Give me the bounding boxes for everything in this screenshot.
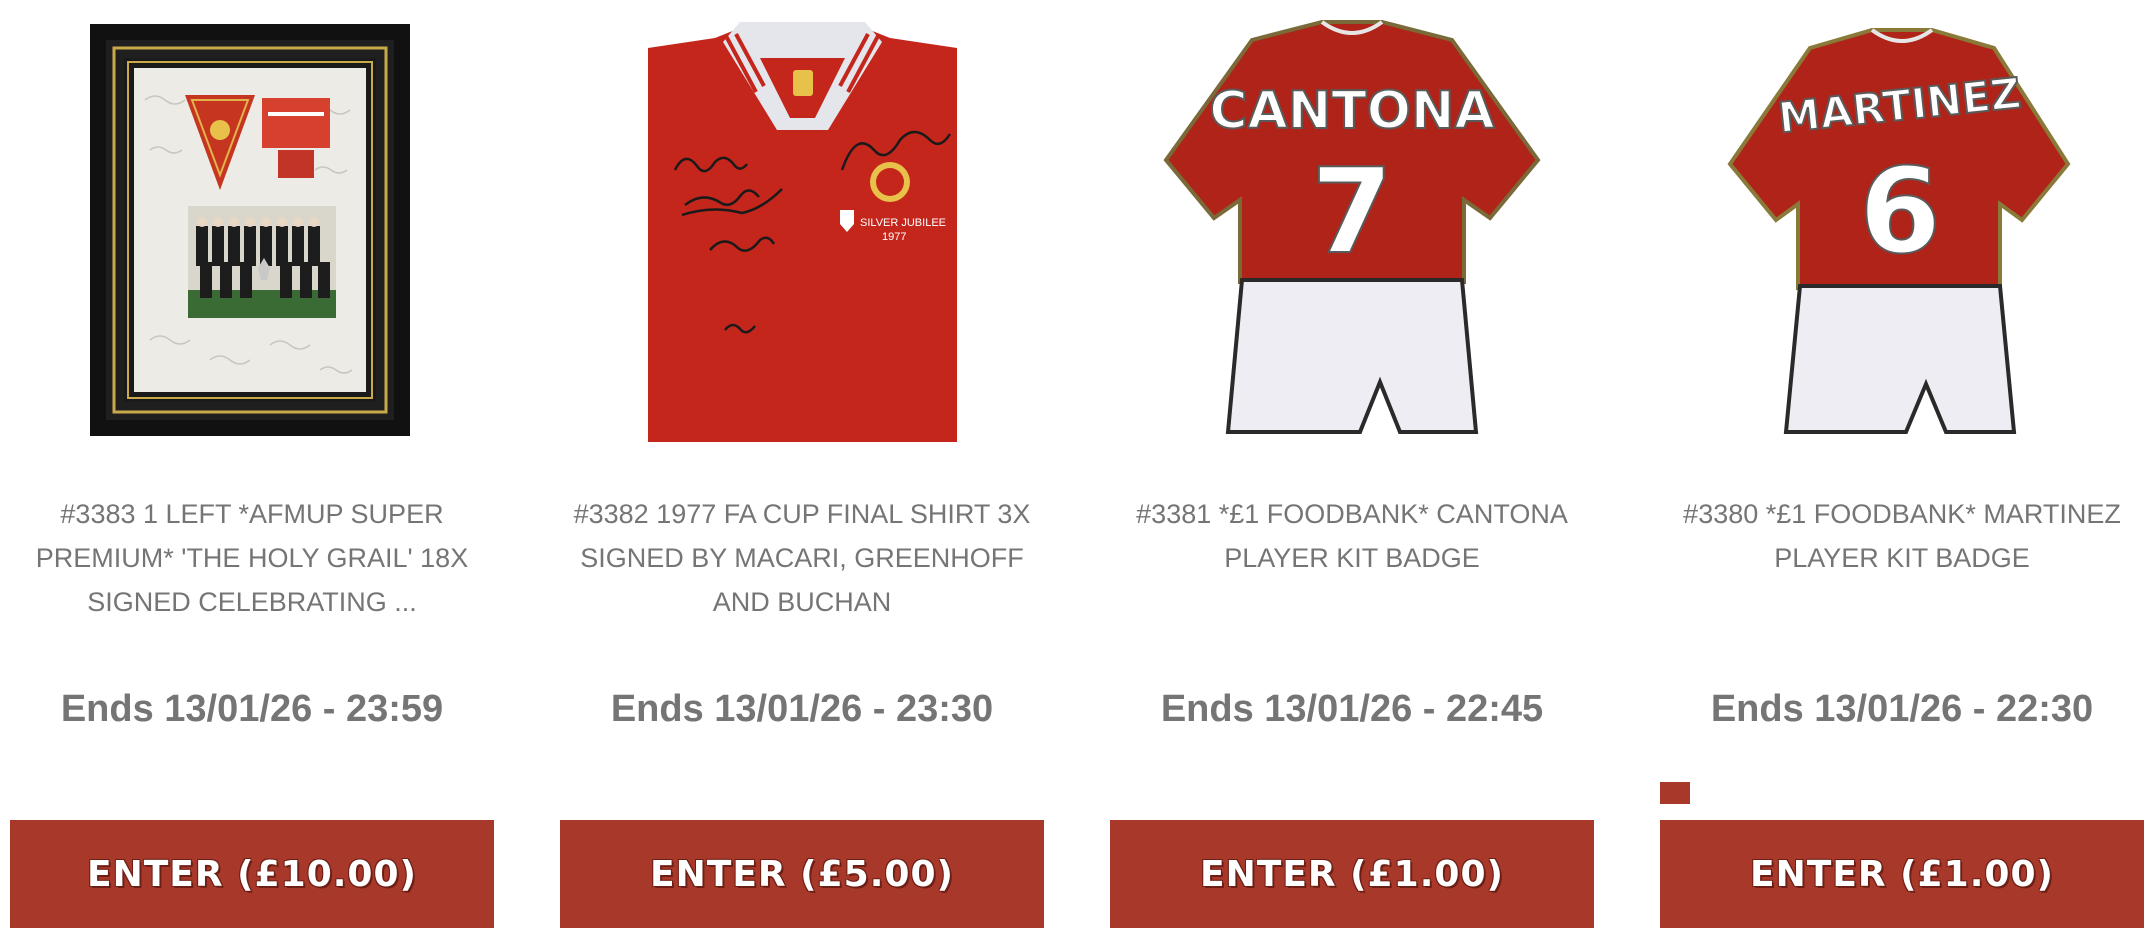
listing-title[interactable]: #3380 *£1 FOODBANK* MARTINEZ PLAYER KIT …	[1660, 492, 2144, 580]
shirt-text-jubilee: SILVER JUBILEE	[860, 217, 946, 229]
product-image-kit-badge-martinez[interactable]: MARTINEZ 6	[1660, 0, 2144, 460]
listing-title[interactable]: #3381 *£1 FOODBANK* CANTONA PLAYER KIT B…	[1110, 492, 1594, 580]
end-time: Ends 13/01/26 - 22:30	[1710, 688, 2094, 730]
listing-title[interactable]: #3382 1977 FA CUP FINAL SHIRT 3X SIGNED …	[560, 492, 1044, 624]
product-image-framed-memorabilia[interactable]	[10, 0, 494, 460]
end-time: Ends 13/01/26 - 23:30	[610, 688, 994, 730]
kit-number: 7	[1311, 142, 1393, 280]
end-time: Ends 13/01/26 - 22:45	[1160, 688, 1544, 730]
competition-card: CANTONA 7 #3381 *£1 FOODBANK* CANTONA PL…	[1110, 0, 1594, 937]
shirt-text-year: 1977	[882, 231, 906, 243]
enter-button[interactable]: ENTER (£5.00)	[560, 820, 1044, 928]
enter-button[interactable]: ENTER (£10.00)	[10, 820, 494, 928]
product-image-signed-red-shirt[interactable]: SILVER JUBILEE 1977	[560, 0, 1044, 460]
competition-card: #3383 1 LEFT *AFMUP SUPER PREMIUM* 'THE …	[10, 0, 494, 937]
competition-grid: #3383 1 LEFT *AFMUP SUPER PREMIUM* 'THE …	[0, 0, 2152, 937]
kit-number: 6	[1859, 142, 1941, 280]
competition-card: SILVER JUBILEE 1977 #3382 1977 FA CUP FI…	[560, 0, 1044, 937]
listing-title[interactable]: #3383 1 LEFT *AFMUP SUPER PREMIUM* 'THE …	[10, 492, 494, 624]
enter-button[interactable]: ENTER (£1.00)	[1660, 820, 2144, 928]
competition-card: MARTINEZ 6 #3380 *£1 FOODBANK* MARTINEZ …	[1660, 0, 2144, 937]
kit-name: CANTONA	[1209, 81, 1494, 141]
progress-marker	[1660, 782, 1690, 804]
end-time: Ends 13/01/26 - 23:59	[60, 688, 444, 730]
product-image-kit-badge-cantona[interactable]: CANTONA 7	[1110, 0, 1594, 460]
enter-button[interactable]: ENTER (£1.00)	[1110, 820, 1594, 928]
